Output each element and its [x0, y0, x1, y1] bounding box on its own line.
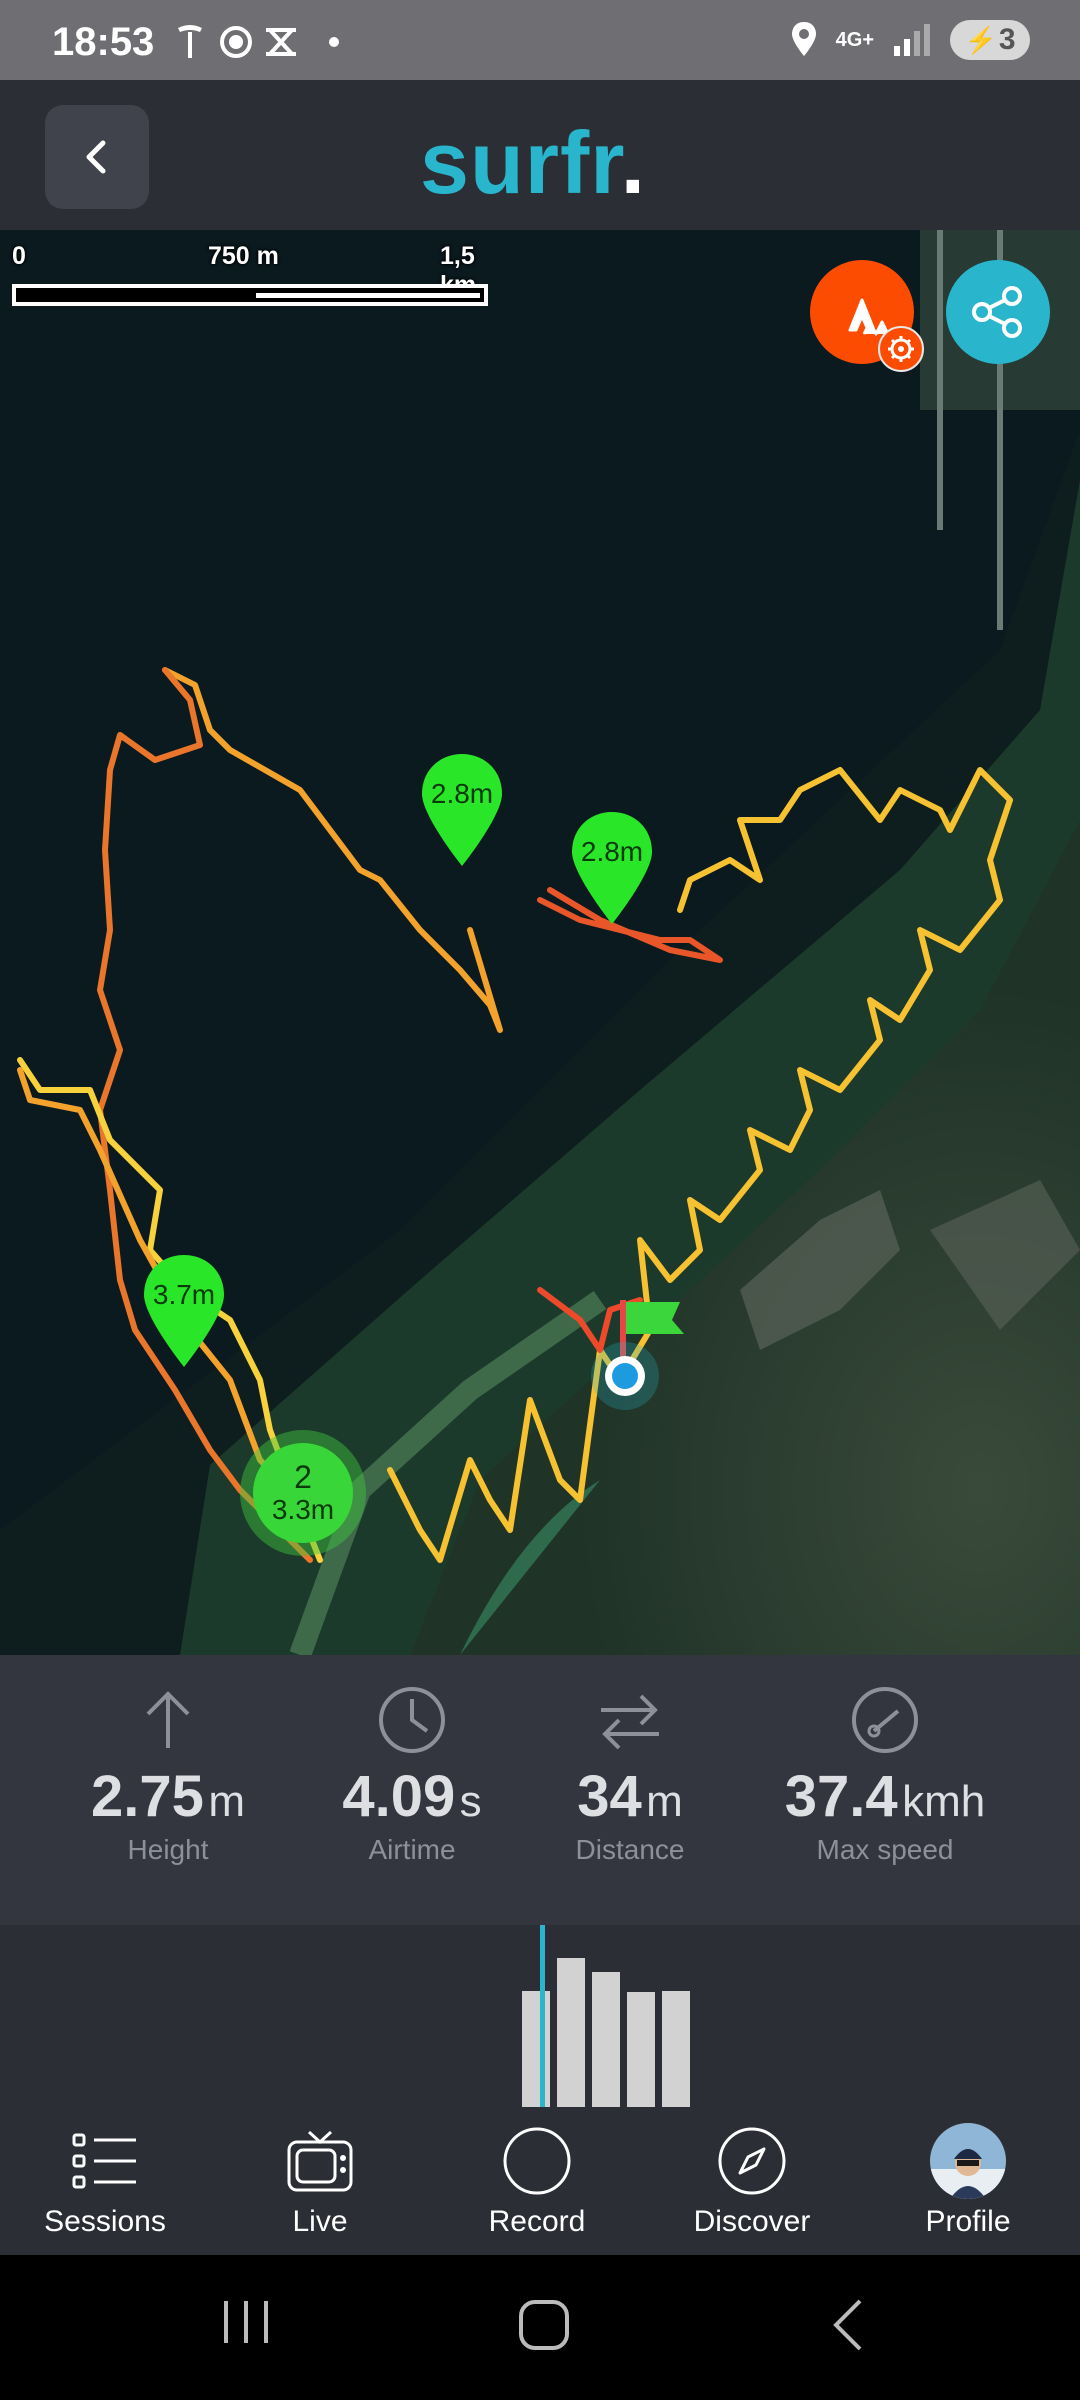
jump-marker-label: 2.8m [430, 778, 494, 809]
surfr-logo: surfr. [420, 112, 646, 214]
strava-button[interactable] [810, 260, 924, 372]
jump-marker[interactable]: 2.8m [570, 810, 654, 928]
record-icon [503, 2127, 571, 2195]
bottom-nav: Sessions Live Record Discover Profile [0, 2107, 1080, 2255]
app-header: surfr. [0, 80, 1080, 230]
map-pin-icon [144, 1255, 224, 1367]
status-bar: 18:53 4G+ ⚡ 3 [0, 0, 1080, 80]
speedometer-icon [852, 1687, 918, 1753]
stat-height: 2.75 m Height [38, 1685, 298, 1866]
share-button[interactable] [946, 260, 1050, 364]
cluster-count: 2 [294, 1459, 312, 1495]
jump-marker[interactable]: 3.7m [142, 1253, 226, 1371]
tv-icon [287, 2130, 353, 2192]
battery-level: 3 [998, 23, 1016, 56]
scale-bar-fill [256, 293, 480, 298]
chrome-icon [220, 26, 252, 58]
compass-icon [718, 2127, 786, 2195]
status-notification-icons [178, 25, 339, 58]
list-icon [72, 2133, 136, 2189]
stat-max-speed-value: 37.4 [784, 1764, 898, 1829]
histogram-bar[interactable] [557, 1958, 585, 2107]
session-map[interactable]: 0 750 m 1,5 km 2.8m 2.8m 3.7m 2 3.3m [0, 230, 1080, 1655]
system-navigation-bar [0, 2255, 1080, 2400]
scale-label-start: 0 [12, 242, 26, 270]
start-location-icon [591, 1342, 659, 1410]
tesla-icon [178, 25, 202, 58]
map-scale: 0 750 m 1,5 km [12, 242, 502, 322]
nav-profile[interactable]: Profile [868, 2121, 1068, 2239]
nav-sessions[interactable]: Sessions [5, 2121, 205, 2239]
map-pin-icon [572, 812, 652, 924]
logo-dot: . [620, 113, 647, 212]
stat-distance-unit: m [646, 1777, 683, 1826]
jump-marker-label: 2.8m [580, 836, 644, 867]
location-icon [791, 22, 816, 56]
gear-icon [888, 336, 914, 362]
stat-max-speed-label: Max speed [816, 1834, 954, 1865]
cluster-label: 3.3m [271, 1494, 335, 1525]
stat-height-unit: m [208, 1777, 245, 1826]
stat-distance-value: 34 [577, 1764, 642, 1829]
jump-marker[interactable]: 2.8m [420, 752, 504, 870]
chevron-left-icon [86, 140, 106, 174]
stat-airtime-value: 4.09 [342, 1764, 456, 1829]
scale-bar [12, 284, 488, 306]
nav-record-label: Record [488, 2205, 586, 2238]
nav-sessions-label: Sessions [44, 2205, 166, 2238]
avatar [930, 2123, 1006, 2199]
strava-settings-button[interactable] [878, 326, 924, 372]
jump-histogram[interactable] [0, 1925, 1080, 2107]
map-pin-icon [422, 754, 502, 866]
stat-distance-label: Distance [575, 1834, 685, 1865]
nav-live[interactable]: Live [220, 2121, 420, 2239]
histogram-bar[interactable] [662, 1991, 690, 2107]
scale-label-mid: 750 m [208, 242, 279, 270]
stat-max-speed-unit: kmh [902, 1777, 986, 1826]
stat-height-value: 2.75 [91, 1764, 204, 1829]
jump-cluster-body: 2 3.3m [253, 1443, 353, 1543]
jump-marker-label: 3.7m [152, 1279, 216, 1310]
recent-apps-button[interactable] [218, 2297, 274, 2347]
avatar-image [930, 2123, 1006, 2199]
nav-discover-label: Discover [693, 2205, 811, 2238]
nav-profile-label: Profile [925, 2205, 1011, 2238]
notification-dot [329, 37, 339, 47]
back-button[interactable] [45, 105, 149, 209]
nav-live-label: Live [292, 2205, 348, 2238]
status-right: 4G+ ⚡ 3 [790, 20, 1030, 60]
clock-icon [379, 1687, 445, 1753]
histogram-cursor[interactable] [540, 1925, 545, 2107]
logo-text: surfr [420, 113, 621, 212]
jump-stats: 2.75 m Height 4.09 s Airtime 34 m Distan… [0, 1655, 1080, 1925]
4g-icon: 4G+ [835, 29, 874, 51]
histogram-bar[interactable] [522, 1991, 550, 2107]
histogram-bar[interactable] [627, 1992, 655, 2107]
stat-height-label: Height [127, 1834, 209, 1865]
histogram-bar[interactable] [592, 1972, 620, 2107]
stat-airtime-unit: s [459, 1777, 482, 1826]
arrow-up-icon [146, 1691, 190, 1748]
home-button[interactable] [516, 2297, 572, 2353]
share-icon [972, 286, 1022, 338]
stat-max-speed: 37.4 kmh Max speed [755, 1685, 1015, 1866]
system-back-button[interactable] [828, 2297, 868, 2353]
map-canvas [0, 230, 1080, 1655]
battery-icon: ⚡ 3 [950, 20, 1030, 60]
signal-icon [894, 24, 930, 56]
nav-discover[interactable]: Discover [652, 2121, 852, 2239]
jump-cluster[interactable]: 2 3.3m [240, 1430, 366, 1556]
swipe-icon [266, 28, 296, 56]
status-time: 18:53 [52, 20, 155, 64]
transfer-arrows-icon [601, 1694, 659, 1750]
nav-record[interactable]: Record [437, 2121, 637, 2239]
stat-distance: 34 m Distance [500, 1685, 760, 1866]
